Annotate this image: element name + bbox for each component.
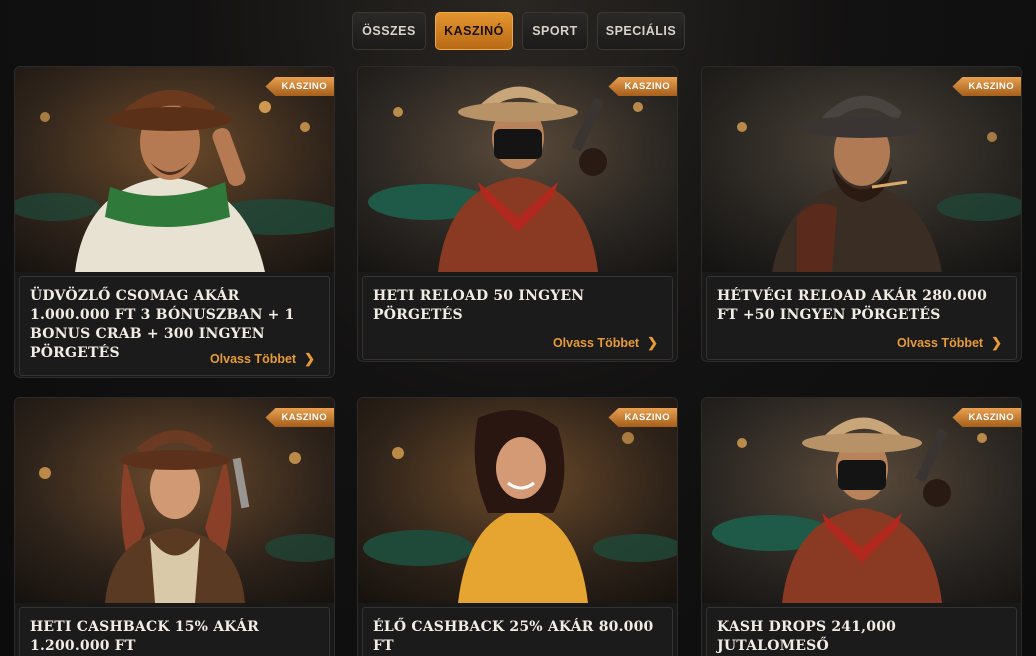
promo-card[interactable]: KASZINO Kash Drops 241,000 jutalomeső bbox=[701, 397, 1022, 656]
category-badge: KASZINO bbox=[952, 408, 1021, 427]
tab-special[interactable]: SPECIÁLIS bbox=[597, 12, 685, 50]
category-badge: KASZINO bbox=[265, 408, 334, 427]
read-more-label: Olvass Többet bbox=[209, 352, 297, 366]
promo-title: Kash Drops 241,000 jutalomeső bbox=[717, 619, 897, 654]
promo-card[interactable]: KASZINO Élő Cashback 25% akár 80.000 Ft bbox=[357, 397, 678, 656]
promo-image: KASZINO bbox=[15, 398, 334, 603]
tab-sport[interactable]: SPORT bbox=[522, 12, 588, 50]
category-badge: KASZINO bbox=[608, 408, 677, 427]
promo-card[interactable]: KASZINO Hétvégi Reload akár 280.000 Ft +… bbox=[701, 66, 1022, 362]
promo-card[interactable]: KASZINO Üdvözlő csomag akár 1.000.000 Ft… bbox=[14, 66, 335, 378]
tab-all[interactable]: ÖSSZES bbox=[352, 12, 426, 50]
category-badge: KASZINO bbox=[952, 77, 1021, 96]
read-more-link[interactable]: Olvass Többet ❯ bbox=[210, 351, 315, 367]
read-more-link[interactable]: Olvass Többet ❯ bbox=[897, 335, 1002, 351]
promo-body: Kash Drops 241,000 jutalomeső bbox=[706, 607, 1017, 656]
chevron-right-icon: ❯ bbox=[304, 351, 315, 366]
promo-title: Hétvégi Reload akár 280.000 Ft +50 ingye… bbox=[717, 288, 988, 323]
category-badge: KASZINO bbox=[608, 77, 677, 96]
promo-body: Hétvégi Reload akár 280.000 Ft +50 ingye… bbox=[706, 276, 1017, 360]
promo-image: KASZINO bbox=[702, 67, 1021, 272]
promo-image: KASZINO bbox=[702, 398, 1021, 603]
category-badge: KASZINO bbox=[265, 77, 334, 96]
promo-body: Élő Cashback 25% akár 80.000 Ft bbox=[362, 607, 673, 656]
promo-title: Heti Cashback 15% akár 1.200.000 Ft bbox=[30, 619, 259, 654]
promo-image: KASZINO bbox=[15, 67, 334, 272]
read-more-label: Olvass Többet bbox=[896, 336, 984, 350]
promo-image: KASZINO bbox=[358, 398, 677, 603]
promo-card[interactable]: KASZINO Heti Cashback 15% akár 1.200.000… bbox=[14, 397, 335, 656]
chevron-right-icon: ❯ bbox=[991, 335, 1002, 350]
promo-body: Heti Cashback 15% akár 1.200.000 Ft bbox=[19, 607, 330, 656]
promo-title: Élő Cashback 25% akár 80.000 Ft bbox=[373, 619, 654, 654]
read-more-label: Olvass Többet bbox=[552, 336, 640, 350]
promo-body: Heti Reload 50 ingyen pörgetés Olvass Tö… bbox=[362, 276, 673, 360]
chevron-right-icon: ❯ bbox=[647, 335, 658, 350]
tab-casino[interactable]: KASZINÓ bbox=[435, 12, 513, 50]
promo-image: KASZINO bbox=[358, 67, 677, 272]
read-more-link[interactable]: Olvass Többet ❯ bbox=[553, 335, 658, 351]
promo-body: Üdvözlő csomag akár 1.000.000 Ft 3 bónus… bbox=[19, 276, 330, 376]
promo-title: Heti Reload 50 ingyen pörgetés bbox=[373, 288, 585, 323]
category-tabs: ÖSSZES KASZINÓ SPORT SPECIÁLIS bbox=[352, 12, 685, 50]
promo-card[interactable]: KASZINO Heti Reload 50 ingyen pörgetés O… bbox=[357, 66, 678, 362]
